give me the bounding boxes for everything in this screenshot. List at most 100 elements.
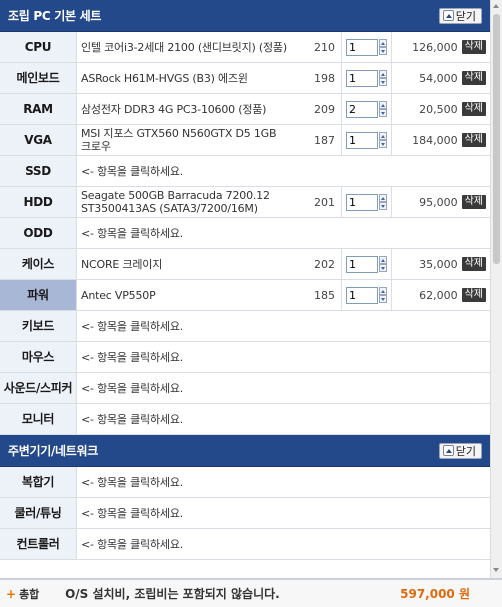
product-code: 202 bbox=[292, 249, 342, 279]
quantity-stepper[interactable] bbox=[346, 286, 387, 304]
category-cell[interactable]: 쿨러/튜닝 bbox=[0, 498, 77, 528]
product-code: 198 bbox=[292, 63, 342, 93]
table-row: 모니터 <- 항목을 클릭하세요. bbox=[0, 404, 490, 435]
table-row: 키보드 <- 항목을 클릭하세요. bbox=[0, 311, 490, 342]
product-code: 201 bbox=[292, 187, 342, 217]
vertical-scrollbar[interactable] bbox=[490, 0, 502, 578]
decrease-icon[interactable] bbox=[379, 295, 387, 303]
category-cell[interactable]: ODD bbox=[0, 218, 77, 248]
stepper-buttons[interactable] bbox=[379, 101, 387, 117]
delete-button[interactable]: 삭제 bbox=[461, 102, 486, 116]
delete-button[interactable]: 삭제 bbox=[461, 288, 486, 302]
select-prompt: <- 항목을 클릭하세요. bbox=[81, 506, 184, 520]
increase-icon[interactable] bbox=[379, 287, 387, 295]
price-cell: 62,000 삭제 bbox=[392, 280, 490, 310]
collapse-label: 닫기 bbox=[455, 9, 476, 23]
decrease-icon[interactable] bbox=[379, 109, 387, 117]
increase-icon[interactable] bbox=[379, 39, 387, 47]
stepper-buttons[interactable] bbox=[379, 39, 387, 55]
decrease-icon[interactable] bbox=[379, 264, 387, 272]
scroll-up-icon[interactable] bbox=[493, 3, 500, 11]
quantity-input[interactable] bbox=[346, 193, 378, 211]
stepper-buttons[interactable] bbox=[379, 132, 387, 148]
price-cell: 20,500 삭제 bbox=[392, 94, 490, 124]
peripherals-rows: 복합기 <- 항목을 클릭하세요. 쿨러/튜닝 <- 항목을 클릭하세요. 컨트롤러 <-… bbox=[0, 467, 490, 560]
category-cell[interactable]: VGA bbox=[0, 125, 77, 155]
quantity-input[interactable] bbox=[346, 100, 378, 118]
category-cell[interactable]: CPU bbox=[0, 32, 77, 62]
product-name: NCORE 크레이지 bbox=[81, 257, 163, 271]
category-cell[interactable]: 모니터 bbox=[0, 404, 77, 434]
quantity-stepper[interactable] bbox=[346, 38, 387, 56]
quantity-input[interactable] bbox=[346, 286, 378, 304]
total-label: 총합 bbox=[19, 587, 40, 601]
category-cell[interactable]: 파워 bbox=[0, 280, 77, 310]
quantity-stepper[interactable] bbox=[346, 100, 387, 118]
delete-button[interactable]: 삭제 bbox=[461, 71, 486, 85]
select-prompt: <- 항목을 클릭하세요. bbox=[81, 226, 184, 240]
category-cell[interactable]: 키보드 bbox=[0, 311, 77, 341]
peripherals-title: 주변기기/네트워크 bbox=[8, 444, 99, 458]
increase-icon[interactable] bbox=[379, 101, 387, 109]
product-price: 184,000 bbox=[412, 133, 458, 147]
product-price: 126,000 bbox=[412, 40, 458, 54]
decrease-icon[interactable] bbox=[379, 47, 387, 55]
increase-icon[interactable] bbox=[379, 70, 387, 78]
quantity-input[interactable] bbox=[346, 69, 378, 87]
quantity-input[interactable] bbox=[346, 131, 378, 149]
product-name: 삼성전자 DDR3 4G PC3-10600 (정품) bbox=[81, 102, 267, 116]
quantity-stepper[interactable] bbox=[346, 193, 387, 211]
total-footer: + 총합 O/S 설치비, 조립비는 포함되지 않습니다. 597,000 원 bbox=[0, 578, 502, 607]
quantity-input[interactable] bbox=[346, 255, 378, 273]
quantity-stepper[interactable] bbox=[346, 69, 387, 87]
table-row: 복합기 <- 항목을 클릭하세요. bbox=[0, 467, 490, 498]
increase-icon[interactable] bbox=[379, 194, 387, 202]
estimate-list: 조립 PC 기본 세트 닫기 CPU 인텔 코어i3-2세대 2100 (샌디브릿… bbox=[0, 0, 490, 578]
stepper-buttons[interactable] bbox=[379, 70, 387, 86]
quantity-input[interactable] bbox=[346, 38, 378, 56]
stepper-buttons[interactable] bbox=[379, 287, 387, 303]
scroll-down-icon[interactable] bbox=[493, 567, 500, 575]
stepper-buttons[interactable] bbox=[379, 256, 387, 272]
category-cell[interactable]: 마우스 bbox=[0, 342, 77, 372]
peripherals-header: 주변기기/네트워크 닫기 bbox=[0, 435, 490, 467]
decrease-icon[interactable] bbox=[379, 140, 387, 148]
quantity-stepper[interactable] bbox=[346, 255, 387, 273]
basic-set-collapse-button[interactable]: 닫기 bbox=[438, 7, 482, 24]
stepper-buttons[interactable] bbox=[379, 194, 387, 210]
product-code: 210 bbox=[292, 32, 342, 62]
category-cell[interactable]: HDD bbox=[0, 187, 77, 217]
basic-set-rows: CPU 인텔 코어i3-2세대 2100 (샌디브릿지) (정품) 210 126,0… bbox=[0, 32, 490, 435]
select-prompt: <- 항목을 클릭하세요. bbox=[81, 475, 184, 489]
quantity-stepper[interactable] bbox=[346, 131, 387, 149]
product-name: Seagate 500GB Barracuda 7200.12 ST350041… bbox=[81, 189, 270, 215]
category-cell[interactable]: 사운드/스피커 bbox=[0, 373, 77, 403]
peripherals-collapse-button[interactable]: 닫기 bbox=[438, 442, 482, 459]
decrease-icon[interactable] bbox=[379, 202, 387, 210]
scrollbar-thumb[interactable] bbox=[493, 14, 500, 264]
category-cell[interactable]: 케이스 bbox=[0, 249, 77, 279]
delete-button[interactable]: 삭제 bbox=[461, 133, 486, 147]
delete-button[interactable]: 삭제 bbox=[461, 195, 486, 209]
select-prompt: <- 항목을 클릭하세요. bbox=[81, 537, 184, 551]
select-prompt: <- 항목을 클릭하세요. bbox=[81, 350, 184, 364]
category-cell[interactable]: SSD bbox=[0, 156, 77, 186]
select-prompt: <- 항목을 클릭하세요. bbox=[81, 164, 184, 178]
category-cell[interactable]: 컨트롤러 bbox=[0, 529, 77, 559]
category-cell[interactable]: 복합기 bbox=[0, 467, 77, 497]
category-cell[interactable]: 메인보드 bbox=[0, 63, 77, 93]
increase-icon[interactable] bbox=[379, 132, 387, 140]
basic-set-header: 조립 PC 기본 세트 닫기 bbox=[0, 0, 490, 32]
quantity-cell bbox=[342, 187, 392, 217]
delete-button[interactable]: 삭제 bbox=[461, 40, 486, 54]
table-row: CPU 인텔 코어i3-2세대 2100 (샌디브릿지) (정품) 210 126,0… bbox=[0, 32, 490, 63]
decrease-icon[interactable] bbox=[379, 78, 387, 86]
quantity-cell bbox=[342, 63, 392, 93]
select-prompt: <- 항목을 클릭하세요. bbox=[81, 319, 184, 333]
delete-button[interactable]: 삭제 bbox=[461, 257, 486, 271]
select-prompt: <- 항목을 클릭하세요. bbox=[81, 412, 184, 426]
increase-icon[interactable] bbox=[379, 256, 387, 264]
category-cell[interactable]: RAM bbox=[0, 94, 77, 124]
table-row: 쿨러/튜닝 <- 항목을 클릭하세요. bbox=[0, 498, 490, 529]
select-prompt: <- 항목을 클릭하세요. bbox=[81, 381, 184, 395]
